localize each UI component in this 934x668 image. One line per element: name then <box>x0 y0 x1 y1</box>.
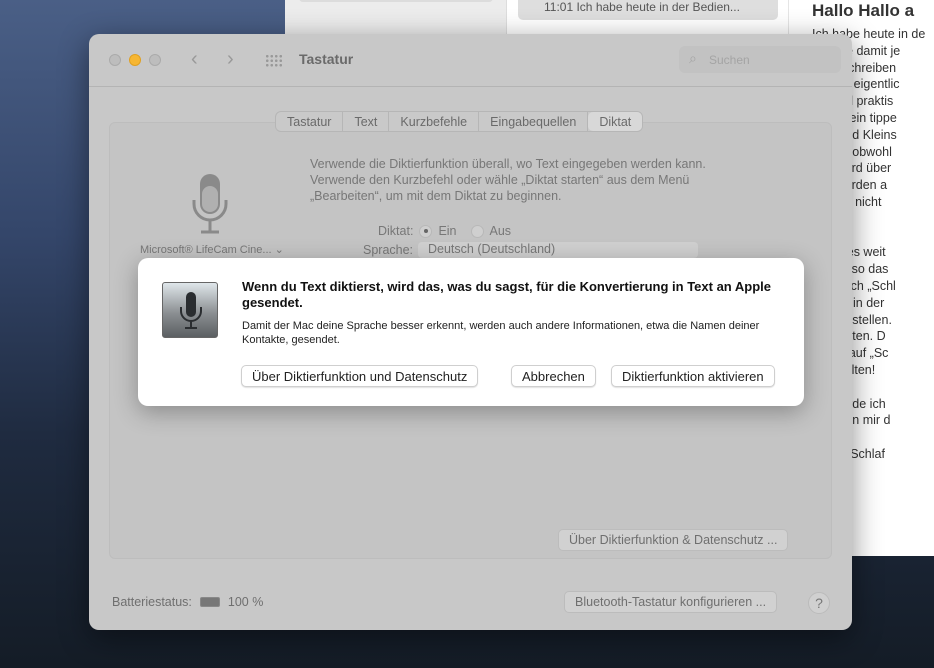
dictation-label: Diktat: <box>378 224 414 238</box>
language-row: Sprache: Deutsch (Deutschland) <box>363 242 698 258</box>
radio-off-label: Aus <box>489 224 512 238</box>
tab-kurzbefehle[interactable]: Kurzbefehle <box>389 112 480 131</box>
window-title: Tastatur <box>299 51 354 67</box>
title-bar: ‹ › Tastatur ⌕ Suchen <box>89 34 852 87</box>
radio-on-label: Ein <box>438 224 457 238</box>
radio-off[interactable] <box>470 224 484 238</box>
dictation-toggle-row: Diktat: Ein Aus <box>378 224 511 238</box>
sidebar-selected-item[interactable] <box>299 0 493 2</box>
back-icon[interactable]: ‹ <box>191 48 198 71</box>
enable-dictation-button[interactable]: Diktierfunktion aktivieren <box>611 365 775 387</box>
zoom-button[interactable] <box>149 54 161 66</box>
privacy-button[interactable]: Über Diktierfunktion und Datenschutz <box>241 365 479 387</box>
dialog-message: Damit der Mac deine Sprache besser erken… <box>242 320 760 346</box>
battery-value: 100 % <box>227 595 264 609</box>
language-label: Sprache: <box>363 243 414 257</box>
microphone-icon <box>191 174 229 241</box>
search-placeholder: Suchen <box>709 53 750 67</box>
microphone-source-select[interactable]: Microsoft® LifeCam Cine... ⌄ <box>140 243 284 256</box>
search-input[interactable]: ⌕ Suchen <box>679 46 841 73</box>
search-icon: ⌕ <box>689 50 697 66</box>
help-button[interactable]: ? <box>808 592 830 614</box>
tab-text[interactable]: Text <box>343 112 390 131</box>
minimize-button[interactable] <box>129 54 141 66</box>
dialog-title: Wenn du Text diktierst, wird das, was du… <box>242 279 771 310</box>
forward-icon[interactable]: › <box>227 48 234 71</box>
radio-on[interactable] <box>419 224 433 238</box>
battery-status: Batteriestatus: 100 % <box>112 595 263 609</box>
show-all-grid-icon[interactable] <box>265 54 283 68</box>
bluetooth-keyboard-button[interactable]: Bluetooth-Tastatur konfigurieren ... <box>564 591 778 613</box>
tab-tastatur[interactable]: Tastatur <box>276 112 344 131</box>
language-select[interactable]: Deutsch (Deutschland) <box>418 242 698 258</box>
note-title: Hallo Hallo a <box>812 1 915 20</box>
dictation-consent-dialog: Wenn du Text diktierst, wird das, was du… <box>138 258 804 406</box>
tab-diktat[interactable]: Diktat <box>588 112 643 131</box>
battery-icon <box>199 597 220 607</box>
battery-label: Batteriestatus: <box>112 595 192 609</box>
tab-eingabequellen[interactable]: Eingabequellen <box>479 112 589 131</box>
dictation-microphone-icon <box>162 282 218 338</box>
note-list-item[interactable]: 11:01 Ich habe heute in der Bedien... <box>518 0 778 20</box>
dictation-description: Verwende die Diktierfunktion überall, wo… <box>310 157 706 203</box>
cancel-button[interactable]: Abbrechen <box>511 365 596 387</box>
privacy-info-button[interactable]: Über Diktierfunktion & Datenschutz ... <box>558 529 789 551</box>
tab-bar: Tastatur Text Kurzbefehle Eingabequellen… <box>275 111 644 132</box>
close-button[interactable] <box>109 54 121 66</box>
